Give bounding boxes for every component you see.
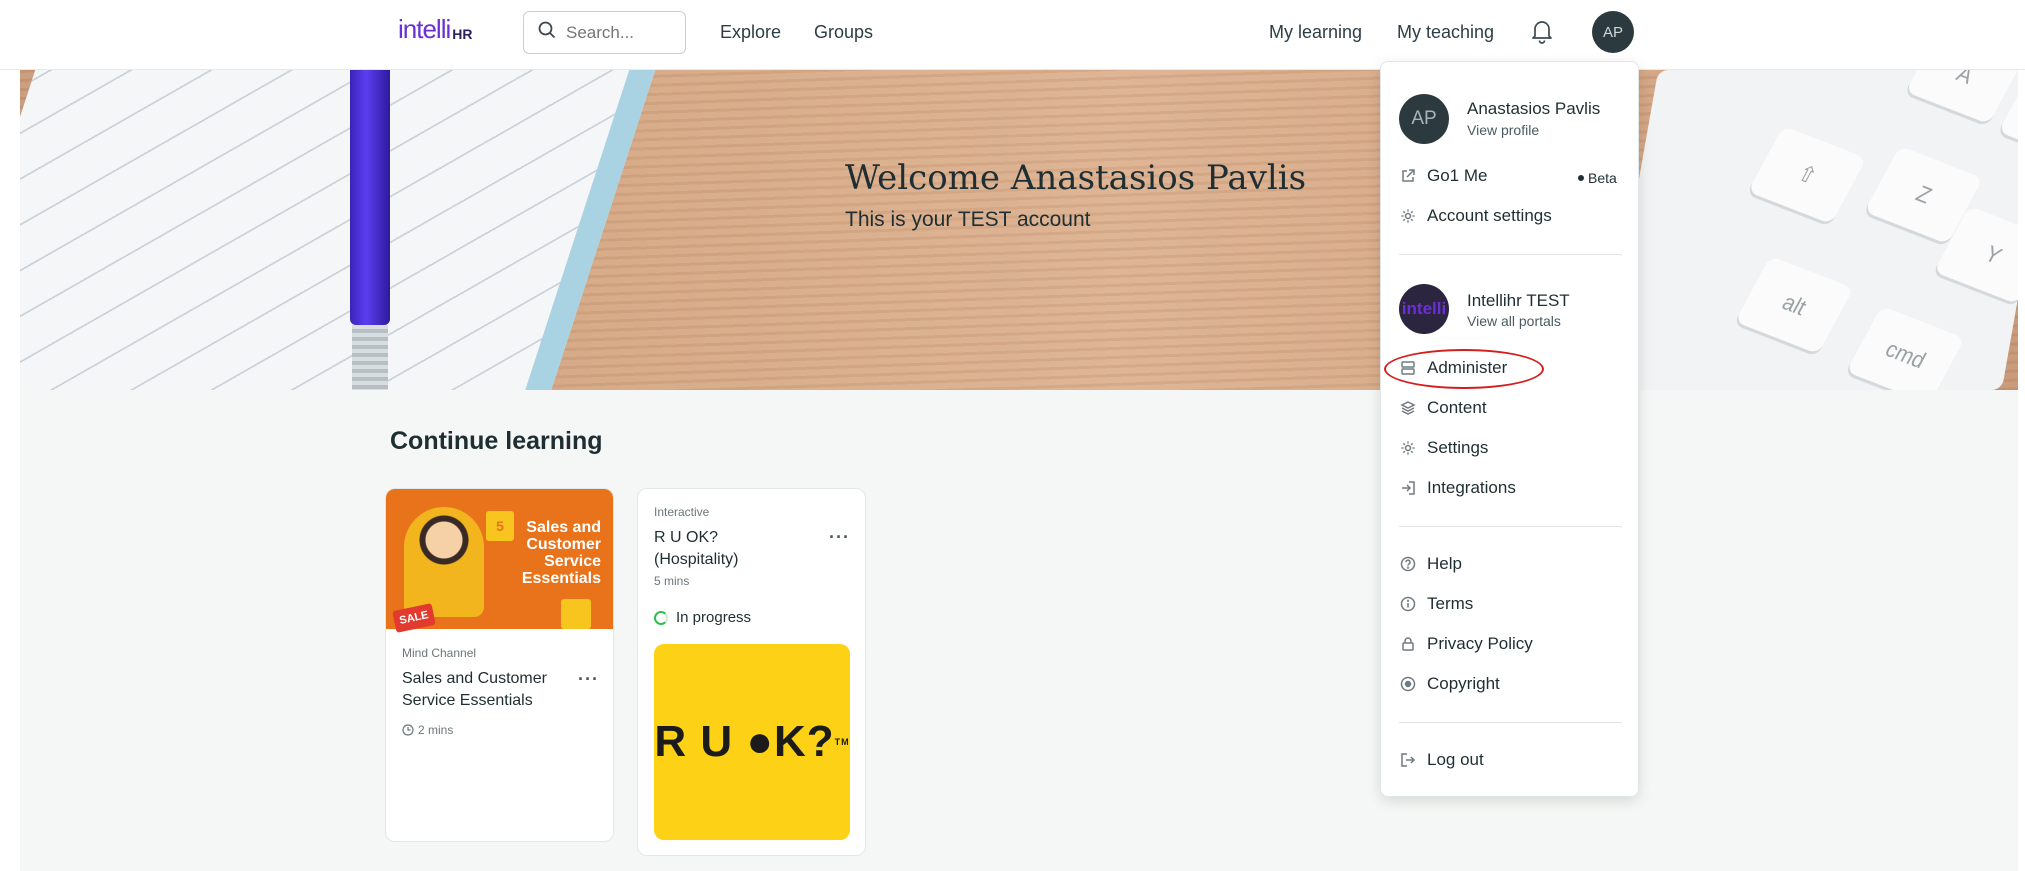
menu-divider bbox=[1399, 722, 1622, 723]
keyboard-image: A S ⇧ Z Y alt cmd bbox=[1601, 70, 2018, 390]
main-content bbox=[20, 390, 2018, 871]
pen-image bbox=[350, 70, 390, 390]
welcome-subtitle: This is your TEST account bbox=[845, 208, 1091, 231]
thumbnail-text: Sales and Customer Service Essentials bbox=[521, 519, 601, 587]
portal-logo: intelli bbox=[1399, 284, 1449, 334]
search-input[interactable] bbox=[566, 22, 676, 43]
progress-ring-icon bbox=[654, 610, 668, 625]
profile-name: Anastasios Pavlis bbox=[1467, 99, 1601, 118]
nav-groups[interactable]: Groups bbox=[814, 22, 873, 43]
search-icon bbox=[538, 21, 556, 44]
portal-name: Intellihr TEST bbox=[1467, 291, 1570, 310]
menu-account-settings[interactable]: Account settings bbox=[1399, 206, 1552, 226]
logo-main: intelli bbox=[398, 14, 451, 44]
menu-privacy-policy[interactable]: Privacy Policy bbox=[1399, 634, 1533, 654]
menu-settings[interactable]: Settings bbox=[1399, 438, 1488, 458]
top-navigation: intelli HR Explore Groups My learning My… bbox=[0, 0, 2025, 70]
view-profile-link[interactable]: View profile bbox=[1467, 122, 1539, 138]
menu-content[interactable]: Content bbox=[1399, 398, 1487, 418]
user-avatar-button[interactable]: AP bbox=[1592, 11, 1634, 53]
clock-icon bbox=[402, 724, 414, 736]
menu-log-out[interactable]: Log out bbox=[1399, 750, 1484, 770]
menu-copyright[interactable]: Copyright bbox=[1399, 674, 1500, 694]
menu-divider bbox=[1399, 254, 1622, 255]
progress-status: In progress bbox=[654, 609, 751, 626]
external-link-icon bbox=[1399, 167, 1417, 185]
shopping-bag-icon: 5 bbox=[486, 511, 514, 541]
course-thumbnail: 5 SALE Sales and Customer Service Essent… bbox=[386, 489, 613, 633]
course-card[interactable]: 5 SALE Sales and Customer Service Essent… bbox=[385, 488, 614, 842]
server-icon bbox=[1399, 359, 1417, 377]
course-title[interactable]: Sales and Customer Service Essentials bbox=[402, 668, 577, 712]
nav-explore[interactable]: Explore bbox=[720, 22, 781, 43]
search-box[interactable] bbox=[523, 11, 686, 54]
shopping-bag-icon bbox=[561, 599, 591, 629]
menu-divider bbox=[1399, 526, 1622, 527]
lock-icon bbox=[1399, 635, 1417, 653]
more-options-icon[interactable]: ··· bbox=[829, 527, 850, 548]
menu-terms[interactable]: Terms bbox=[1399, 594, 1473, 614]
thumbnail-text: R U ●K? bbox=[654, 717, 835, 766]
menu-help[interactable]: Help bbox=[1399, 554, 1462, 574]
sign-in-icon bbox=[1399, 479, 1417, 497]
menu-administer[interactable]: Administer bbox=[1399, 358, 1507, 378]
course-duration: 5 mins bbox=[654, 574, 690, 588]
help-icon bbox=[1399, 555, 1417, 573]
nav-my-teaching[interactable]: My teaching bbox=[1397, 22, 1494, 43]
log-out-icon bbox=[1399, 751, 1417, 769]
gear-icon bbox=[1399, 207, 1417, 225]
beta-badge: Beta bbox=[1578, 170, 1617, 186]
nav-my-learning[interactable]: My learning bbox=[1269, 22, 1362, 43]
user-dropdown-menu: AP Anastasios Pavlis View profile Go1 Me… bbox=[1380, 61, 1639, 797]
course-card[interactable]: Interactive R U OK? (Hospitality) ··· 5 … bbox=[637, 488, 866, 856]
illustration-person bbox=[404, 507, 484, 617]
copyright-icon bbox=[1399, 675, 1417, 693]
sale-tag-icon: SALE bbox=[392, 603, 436, 633]
logo-suffix: HR bbox=[452, 26, 473, 42]
welcome-title: Welcome Anastasios Pavlis bbox=[845, 158, 1307, 198]
course-source: Interactive bbox=[654, 505, 710, 519]
ruok-thumbnail: R U ●K? TM bbox=[654, 644, 850, 840]
gear-icon bbox=[1399, 439, 1417, 457]
bell-icon[interactable] bbox=[1530, 18, 1554, 49]
course-duration: 2 mins bbox=[402, 723, 453, 737]
menu-go1-me[interactable]: Go1 Me bbox=[1399, 166, 1487, 186]
view-all-portals-link[interactable]: View all portals bbox=[1467, 313, 1561, 329]
continue-learning-heading: Continue learning bbox=[390, 427, 603, 455]
layers-icon bbox=[1399, 399, 1417, 417]
menu-integrations[interactable]: Integrations bbox=[1399, 478, 1516, 498]
course-source: Mind Channel bbox=[402, 646, 477, 660]
more-options-icon[interactable]: ··· bbox=[578, 669, 599, 690]
profile-avatar[interactable]: AP bbox=[1399, 94, 1449, 144]
info-icon bbox=[1399, 595, 1417, 613]
intellihr-logo[interactable]: intelli HR bbox=[398, 14, 473, 45]
course-title[interactable]: R U OK? (Hospitality) bbox=[654, 527, 804, 571]
page: intelli HR Explore Groups My learning My… bbox=[0, 0, 2025, 871]
